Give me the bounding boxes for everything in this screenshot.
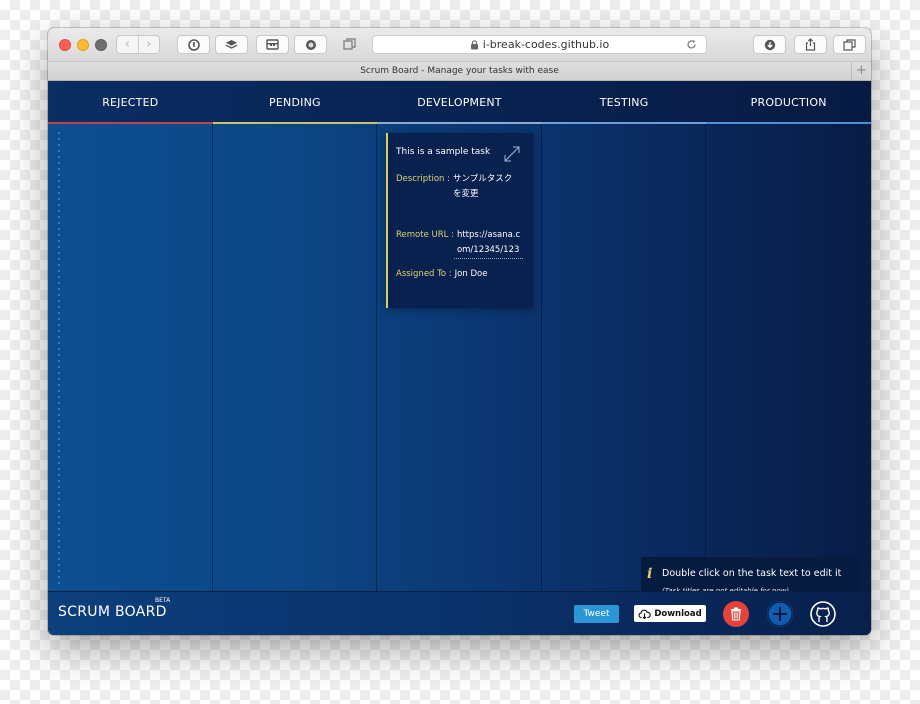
toolbox-icon bbox=[266, 39, 279, 50]
column-title: PENDING bbox=[269, 96, 321, 109]
address-bar[interactable]: i-break-codes.github.io bbox=[372, 35, 707, 54]
record-icon bbox=[305, 39, 316, 50]
assigned-to-value[interactable]: Jon Doe bbox=[452, 267, 488, 282]
reload-icon[interactable] bbox=[686, 39, 697, 50]
description-label: Description : bbox=[396, 174, 450, 184]
github-icon bbox=[810, 601, 836, 627]
column-header-rejected: REJECTED bbox=[48, 81, 213, 124]
column-header-production: PRODUCTION bbox=[706, 81, 871, 124]
task-assigned-row: Assigned To : Jon Doe bbox=[396, 267, 525, 282]
history-navigation: ‹ › bbox=[116, 35, 160, 54]
column-header-pending: PENDING bbox=[212, 81, 378, 124]
plus-icon bbox=[767, 601, 793, 627]
back-button[interactable]: ‹ bbox=[117, 36, 139, 53]
download-label: Download bbox=[654, 608, 702, 619]
column-drop-zone-rejected[interactable] bbox=[48, 124, 213, 591]
forward-button[interactable]: › bbox=[139, 36, 160, 53]
trash-icon bbox=[731, 607, 741, 621]
download-button[interactable]: Download bbox=[634, 605, 706, 622]
app-logo-text: SCRUM BOARD bbox=[58, 604, 167, 620]
close-window-button[interactable] bbox=[59, 39, 71, 51]
drop-zone-dots bbox=[57, 130, 61, 585]
description-value[interactable]: サンプルタスクを変更 bbox=[450, 172, 519, 202]
address-text: i-break-codes.github.io bbox=[482, 38, 610, 51]
scrum-board: REJECTED PENDING DEVELOPMENT TESTING PRO… bbox=[48, 81, 871, 609]
layers-icon bbox=[225, 39, 238, 49]
toolbox-extension-button[interactable] bbox=[256, 35, 289, 54]
lock-icon bbox=[470, 39, 478, 49]
task-remote-url-row: Remote URL : https://asana.com/12345/123… bbox=[396, 228, 525, 259]
password-icon bbox=[187, 38, 200, 51]
column-title: TESTING bbox=[599, 96, 649, 109]
delete-task-button[interactable] bbox=[723, 601, 749, 627]
remote-url-label: Remote URL : bbox=[396, 230, 454, 240]
new-tab-button[interactable]: + bbox=[851, 62, 871, 80]
column-drop-zone-production[interactable] bbox=[706, 124, 871, 591]
record-extension-button[interactable] bbox=[294, 35, 327, 54]
tab-overview-button[interactable] bbox=[833, 35, 866, 54]
add-task-button[interactable] bbox=[767, 601, 793, 627]
column-headers: REJECTED PENDING DEVELOPMENT TESTING PRO… bbox=[48, 81, 871, 124]
cloud-download-icon bbox=[638, 609, 652, 619]
layers-extension-button[interactable] bbox=[215, 35, 248, 54]
tabs-icon bbox=[343, 38, 356, 50]
password-extension-button[interactable] bbox=[177, 35, 210, 54]
task-description-row: Description : サンプルタスクを変更 bbox=[396, 172, 525, 202]
hint-text: Double click on the task text to edit it bbox=[662, 568, 842, 579]
remote-url-link[interactable]: https://asana.com/12345/1234 bbox=[453, 228, 523, 259]
column-header-development: DEVELOPMENT bbox=[377, 81, 542, 124]
app-footer: SCRUM BOARD BETA Tweet Download bbox=[48, 591, 871, 635]
tab-overview-icon bbox=[843, 38, 856, 51]
assigned-to-label: Assigned To : bbox=[396, 269, 452, 279]
beta-badge: BETA bbox=[155, 597, 171, 604]
column-title: PRODUCTION bbox=[750, 96, 827, 109]
minimize-window-button[interactable] bbox=[77, 39, 89, 51]
tab-bar: Scrum Board - Manage your tasks with eas… bbox=[48, 62, 871, 81]
info-icon: i bbox=[647, 566, 653, 582]
download-arrow-icon bbox=[764, 39, 775, 50]
column-title: DEVELOPMENT bbox=[417, 96, 502, 109]
downloads-button[interactable] bbox=[753, 35, 786, 54]
browser-toolbar: ‹ › i-break-codes.github.io bbox=[48, 28, 871, 62]
column-title: REJECTED bbox=[102, 96, 159, 109]
zoom-window-button[interactable] bbox=[95, 39, 107, 51]
github-link[interactable] bbox=[810, 601, 836, 627]
browser-window: ‹ › i-break-codes.github.io Scrum Board … bbox=[48, 28, 871, 635]
column-header-testing: TESTING bbox=[541, 81, 707, 124]
share-icon bbox=[805, 38, 816, 51]
tweet-button[interactable]: Tweet bbox=[574, 605, 619, 623]
share-button[interactable] bbox=[794, 35, 827, 54]
column-drop-zone-pending[interactable] bbox=[213, 124, 378, 591]
column-drop-zone-testing[interactable] bbox=[542, 124, 707, 591]
show-tabs-button[interactable] bbox=[333, 35, 366, 54]
task-card[interactable]: This is a sample task Description : サンプル… bbox=[386, 133, 533, 308]
tab-title[interactable]: Scrum Board - Manage your tasks with eas… bbox=[360, 66, 559, 76]
expand-icon[interactable] bbox=[503, 145, 521, 163]
